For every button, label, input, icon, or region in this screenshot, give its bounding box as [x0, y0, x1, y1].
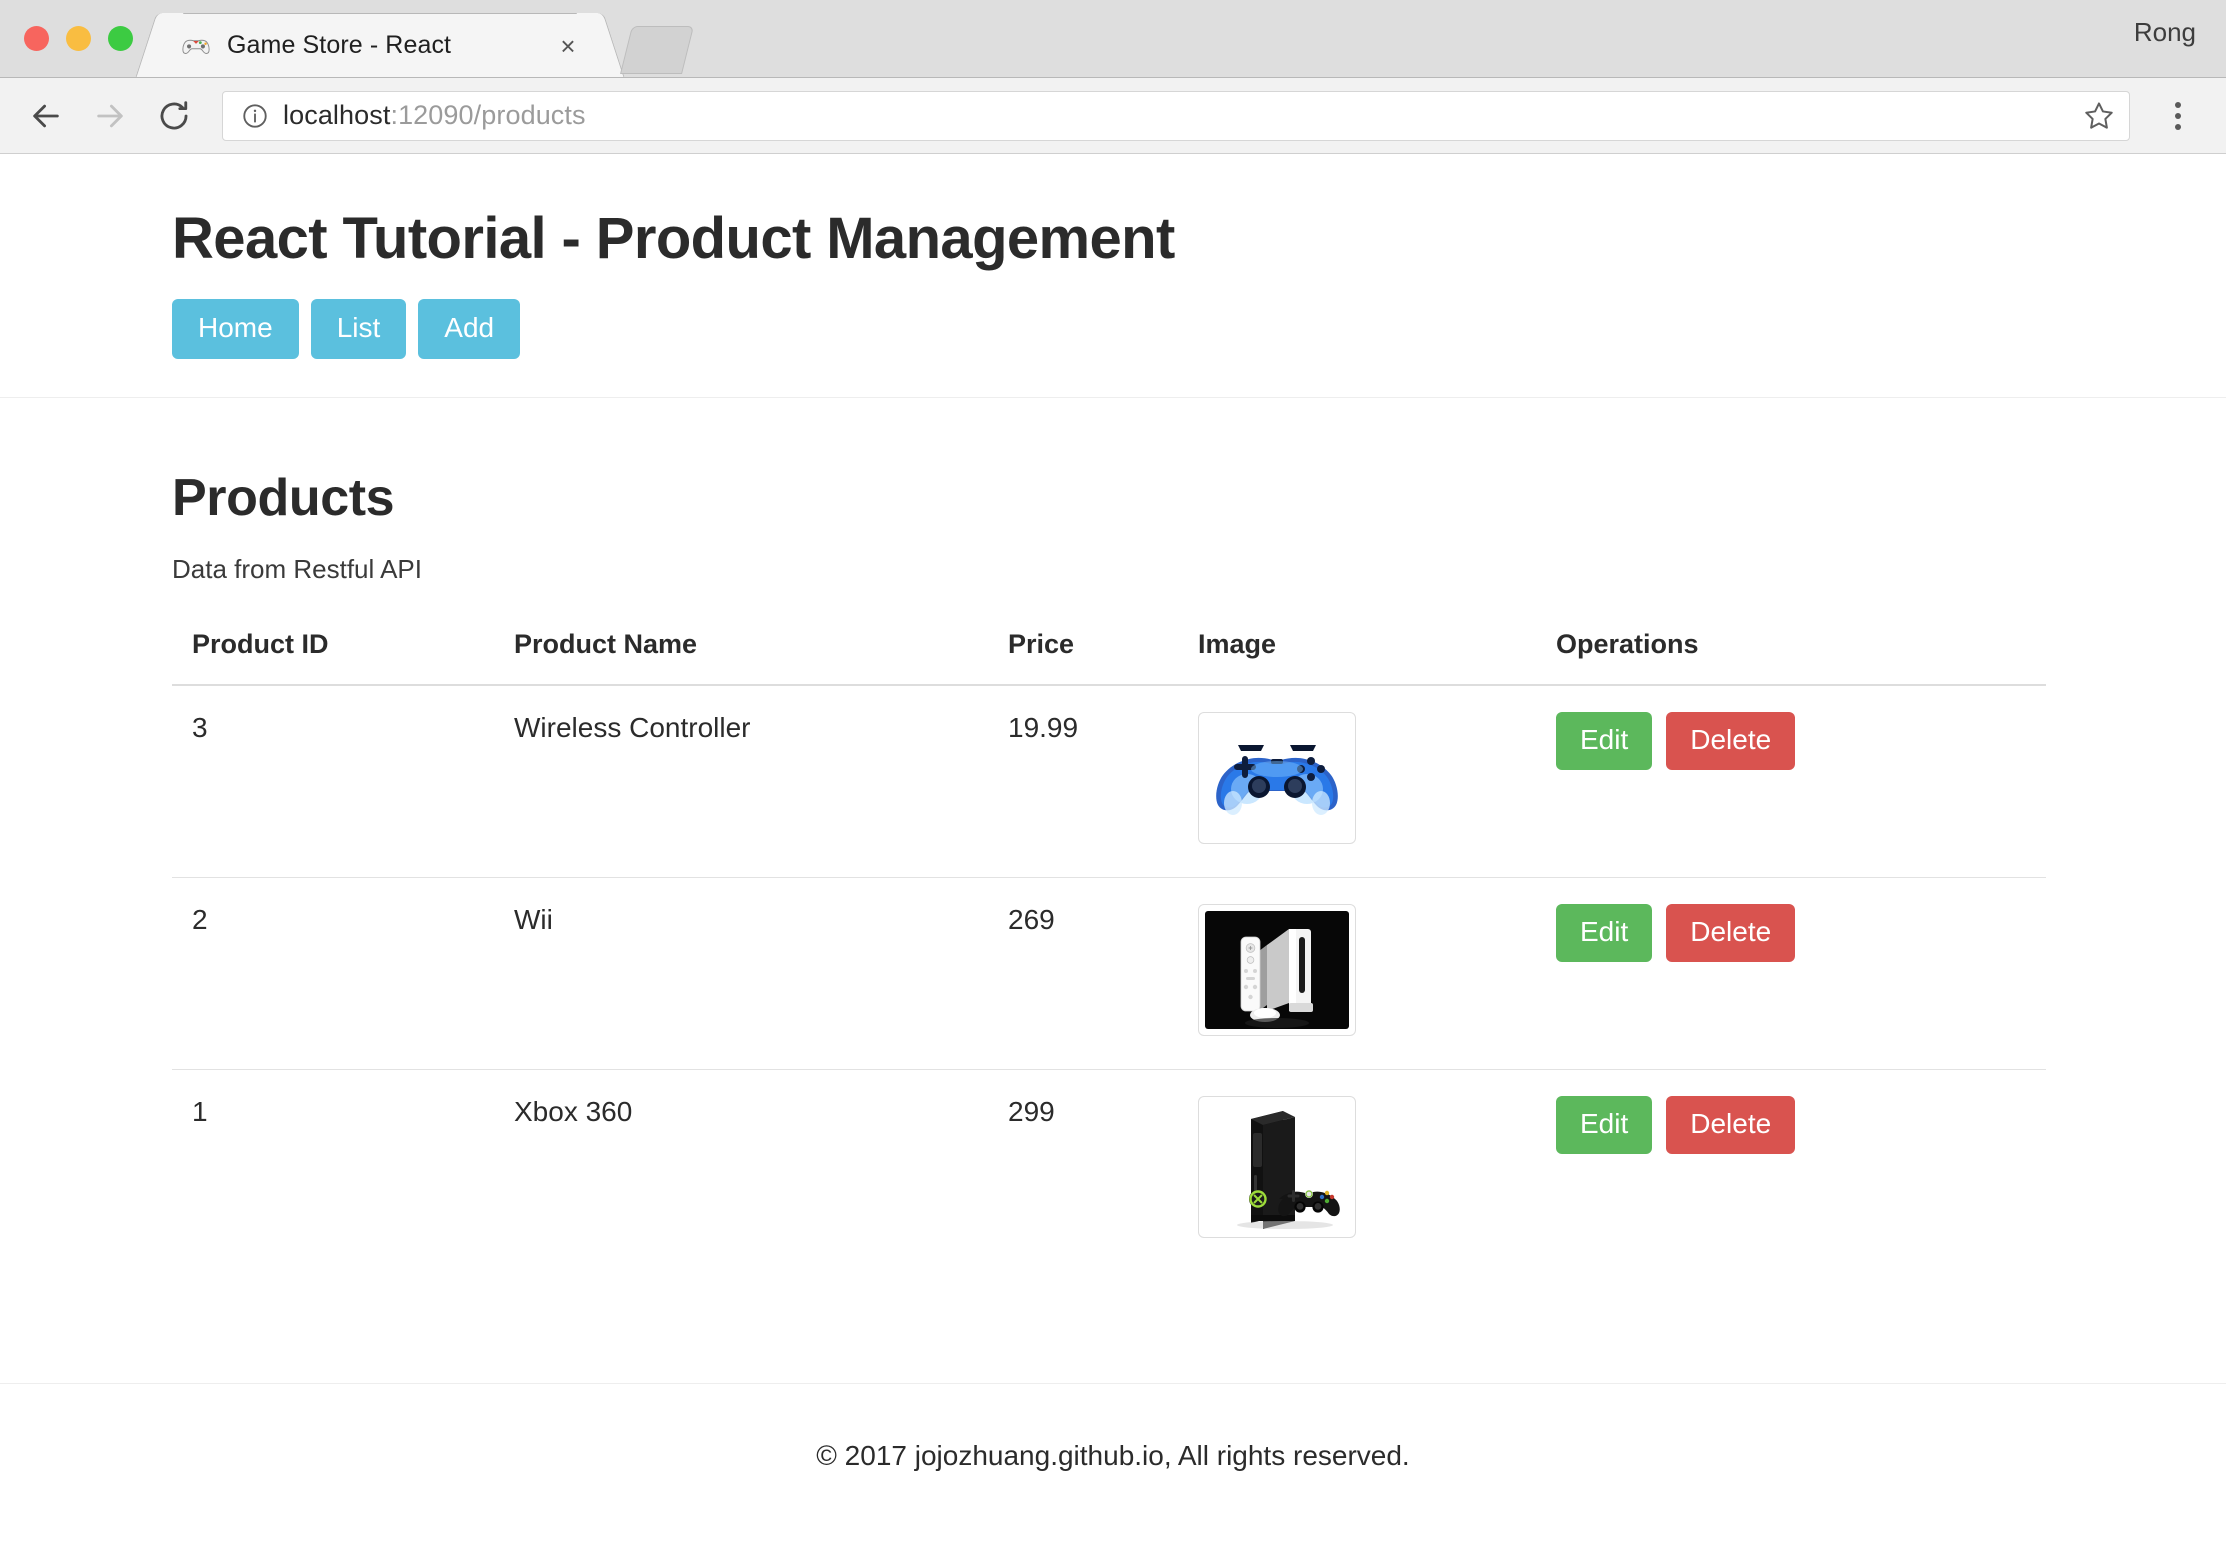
- section-subtitle: Data from Restful API: [172, 553, 422, 584]
- reload-button[interactable]: [146, 88, 202, 144]
- cell-price: 269: [988, 877, 1178, 1070]
- close-window-button[interactable]: [24, 26, 49, 51]
- cell-image: [1178, 877, 1536, 1070]
- table-row: 2 Wii 269 Edit Delete: [172, 877, 2046, 1070]
- edit-button[interactable]: Edit: [1556, 903, 1653, 962]
- cell-operations: Edit Delete: [1536, 877, 2046, 1070]
- table-row: 3 Wireless Controller 19.99 Edit Delete: [172, 684, 2046, 878]
- products-section: Products Data from Restful API Product I…: [0, 398, 2226, 1271]
- address-bar[interactable]: localhost:12090/products: [222, 90, 2130, 141]
- cell-price: 299: [1008, 1095, 1055, 1127]
- url-text[interactable]: localhost:12090/products: [283, 100, 2083, 131]
- new-tab-button[interactable]: [620, 26, 694, 74]
- page-content: React Tutorial - Product Management Home…: [0, 154, 2226, 1472]
- table-row: 1 Xbox 360 299 Edit Delete: [172, 1069, 2046, 1271]
- kebab-menu-icon[interactable]: [2156, 94, 2200, 138]
- cell-product-name: Xbox 360: [514, 1095, 633, 1127]
- table-header-row: Product ID Product Name Price Image Oper…: [172, 628, 2046, 686]
- cell-price: 19.99: [988, 684, 1178, 878]
- cell-product-id: 1: [192, 1095, 208, 1127]
- column-header-price: Price: [988, 628, 1178, 686]
- wii-console-thumbnail[interactable]: [1198, 903, 1356, 1036]
- edit-button[interactable]: Edit: [1556, 711, 1653, 770]
- cell-operations: Edit Delete: [1536, 1069, 2046, 1271]
- browser-toolbar: localhost:12090/products: [0, 78, 2226, 154]
- column-header-product-name: Product Name: [494, 628, 988, 686]
- page-title: React Tutorial - Product Management: [172, 206, 1175, 271]
- cell-image: [1178, 684, 1536, 878]
- nav-add-button[interactable]: Add: [418, 298, 521, 359]
- cell-image: [1178, 1069, 1536, 1271]
- gamepad-icon: [181, 31, 211, 61]
- products-table: Product ID Product Name Price Image Oper…: [172, 628, 2046, 1271]
- column-header-image: Image: [1178, 628, 1536, 686]
- table-body: 3 Wireless Controller 19.99 Edit Delete …: [172, 684, 2046, 1271]
- edit-button[interactable]: Edit: [1556, 1095, 1653, 1154]
- kebab-dot: [2175, 123, 2181, 130]
- cell-product-name: Wireless Controller: [494, 684, 988, 878]
- url-host: localhost: [283, 100, 391, 130]
- nav-home-button[interactable]: Home: [172, 298, 299, 359]
- delete-button[interactable]: Delete: [1666, 711, 1796, 770]
- kebab-dot: [2175, 101, 2181, 108]
- delete-button[interactable]: Delete: [1666, 903, 1796, 962]
- site-header: React Tutorial - Product Management Home…: [0, 154, 2226, 398]
- copyright-text: © 2017 jojozhuang.github.io, All rights …: [816, 1439, 1410, 1471]
- tab-title: Game Store - React: [227, 31, 452, 59]
- tab-strip: Game Store - React × Rong: [0, 0, 2226, 78]
- column-header-operations: Operations: [1536, 628, 2046, 686]
- info-icon[interactable]: [241, 102, 269, 130]
- page-viewport: React Tutorial - Product Management Home…: [0, 154, 2226, 1544]
- maximize-window-button[interactable]: [108, 26, 133, 51]
- column-header-product-id: Product ID: [172, 628, 494, 686]
- xbox-360-console-thumbnail[interactable]: [1198, 1095, 1356, 1238]
- wireless-controller-blue-thumbnail[interactable]: [1198, 711, 1356, 844]
- minimize-window-button[interactable]: [66, 26, 91, 51]
- main-nav: Home List Add: [172, 298, 2116, 359]
- delete-button[interactable]: Delete: [1666, 1095, 1796, 1154]
- table-head: Product ID Product Name Price Image Oper…: [172, 628, 2046, 686]
- profile-name[interactable]: Rong: [2134, 17, 2196, 48]
- window-traffic-lights: [24, 26, 133, 51]
- browser-window: Game Store - React × Rong localhost:1209…: [0, 0, 2226, 1544]
- row-operations: Edit Delete: [1556, 711, 2046, 770]
- browser-tab-game-store[interactable]: Game Store - React ×: [158, 13, 602, 77]
- row-operations: Edit Delete: [1556, 903, 2046, 962]
- url-path: :12090/products: [390, 100, 586, 130]
- star-icon[interactable]: [2083, 100, 2115, 132]
- site-footer: © 2017 jojozhuang.github.io, All rights …: [0, 1382, 2226, 1472]
- row-operations: Edit Delete: [1556, 1095, 2046, 1154]
- section-title: Products: [172, 468, 395, 527]
- forward-button[interactable]: [82, 88, 138, 144]
- back-button[interactable]: [18, 88, 74, 144]
- cell-product-id: 2: [172, 877, 494, 1070]
- cell-operations: Edit Delete: [1536, 684, 2046, 878]
- close-tab-button[interactable]: ×: [551, 29, 585, 63]
- cell-product-name: Wii: [494, 877, 988, 1070]
- cell-product-id: 3: [172, 684, 494, 878]
- kebab-dot: [2175, 112, 2181, 119]
- nav-list-button[interactable]: List: [310, 298, 407, 359]
